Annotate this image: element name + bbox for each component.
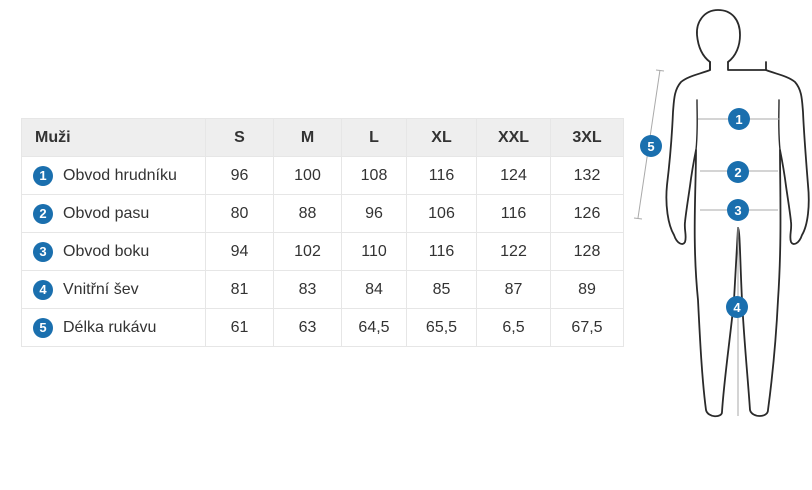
table-cell: 67,5 (550, 308, 624, 347)
sleeve-line-cap-bottom (633, 217, 643, 220)
marker-badge: 3 (33, 241, 53, 262)
table-cell: 64,5 (341, 308, 407, 347)
row-label-cell: 1 Obvod hrudníku (21, 156, 206, 195)
measurement-lines (633, 69, 780, 416)
table-row: 4 Vnitřní šev 81 83 84 85 87 89 (21, 270, 624, 309)
header-size-l: L (341, 118, 407, 157)
row-label: Obvod pasu (63, 204, 150, 222)
marker-badge: 1 (33, 165, 53, 186)
size-chart-table: Muži S M L XL XXL 3XL 1 Obvod hrudníku 96… (21, 118, 624, 347)
sleeve-line-cap-top (655, 69, 665, 72)
table-cell: 96 (341, 194, 407, 233)
figure-marker-label: 1 (735, 112, 742, 127)
table-cell: 110 (341, 232, 407, 271)
table-cell: 61 (205, 308, 274, 347)
header-gender: Muži (21, 118, 206, 157)
row-label-cell: 2 Obvod pasu (21, 194, 206, 233)
header-size-s: S (205, 118, 274, 157)
header-size-xxl: XXL (476, 118, 551, 157)
row-label-cell: 5 Délka rukávu (21, 308, 206, 347)
row-label: Vnitřní šev (63, 280, 139, 298)
table-cell: 88 (273, 194, 342, 233)
table-cell: 108 (341, 156, 407, 195)
figure-marker-4: 4 (726, 296, 748, 318)
header-size-xl: XL (406, 118, 477, 157)
table-cell: 87 (476, 270, 551, 309)
table-cell: 102 (273, 232, 342, 271)
table-cell: 65,5 (406, 308, 477, 347)
figure-marker-label: 4 (733, 300, 741, 315)
figure-marker-2: 2 (727, 161, 749, 183)
table-row: 5 Délka rukávu 61 63 64,5 65,5 6,5 67,5 (21, 308, 624, 347)
table-cell: 83 (273, 270, 342, 309)
figure-marker-label: 2 (734, 165, 741, 180)
figure-marker-label: 5 (647, 139, 654, 154)
table-cell: 106 (406, 194, 477, 233)
table-row: 2 Obvod pasu 80 88 96 106 116 126 (21, 194, 624, 233)
table-cell: 116 (406, 156, 477, 195)
table-cell: 80 (205, 194, 274, 233)
table-cell: 85 (406, 270, 477, 309)
table-cell: 84 (341, 270, 407, 309)
table-cell: 96 (205, 156, 274, 195)
header-size-3xl: 3XL (550, 118, 624, 157)
table-cell: 100 (273, 156, 342, 195)
table-cell: 122 (476, 232, 551, 271)
body-measurement-figure: 1 2 3 4 5 (633, 9, 810, 418)
row-label-cell: 3 Obvod boku (21, 232, 206, 271)
row-label: Délka rukávu (63, 318, 157, 336)
row-label: Obvod boku (63, 242, 150, 260)
table-cell: 116 (406, 232, 477, 271)
table-row: 1 Obvod hrudníku 96 100 108 116 124 132 (21, 156, 624, 195)
figure-marker-1: 1 (728, 108, 750, 130)
table-header-row: Muži S M L XL XXL 3XL (21, 118, 624, 157)
figure-marker-label: 3 (734, 203, 741, 218)
table-cell: 126 (550, 194, 624, 233)
marker-badge: 2 (33, 203, 53, 224)
table-cell: 63 (273, 308, 342, 347)
row-label-cell: 4 Vnitřní šev (21, 270, 206, 309)
table-cell: 128 (550, 232, 624, 271)
table-row: 3 Obvod boku 94 102 110 116 122 128 (21, 232, 624, 271)
row-label: Obvod hrudníku (63, 166, 177, 184)
table-cell: 132 (550, 156, 624, 195)
table-cell: 89 (550, 270, 624, 309)
table-cell: 94 (205, 232, 274, 271)
marker-badge: 5 (33, 317, 53, 338)
figure-marker-3: 3 (727, 199, 749, 221)
table-cell: 116 (476, 194, 551, 233)
marker-badge: 4 (33, 279, 53, 300)
table-cell: 81 (205, 270, 274, 309)
figure-marker-5: 5 (640, 135, 662, 157)
header-size-m: M (273, 118, 342, 157)
table-cell: 124 (476, 156, 551, 195)
table-cell: 6,5 (476, 308, 551, 347)
